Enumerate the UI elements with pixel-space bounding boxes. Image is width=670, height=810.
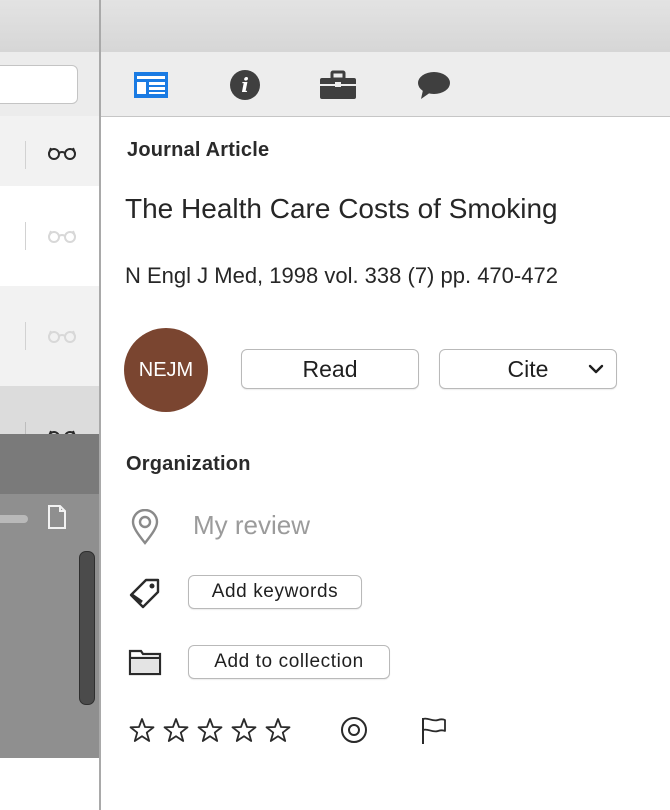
target-icon[interactable]: [340, 716, 368, 744]
folder-icon: [128, 649, 162, 676]
reading-glasses-icon[interactable]: [47, 146, 77, 160]
info-icon: i: [230, 70, 260, 100]
tab-briefcase[interactable]: [318, 68, 358, 102]
item-type-label: Journal Article: [127, 139, 270, 161]
flag-icon[interactable]: [420, 716, 448, 746]
organization-heading: Organization: [126, 453, 251, 475]
read-button-label: Read: [302, 355, 358, 382]
location-field[interactable]: My review: [193, 510, 310, 541]
article-layout-icon: [134, 72, 168, 98]
pdf-preview-toolbar: [0, 434, 99, 494]
chevron-down-icon: [588, 364, 604, 374]
document-icon[interactable]: [47, 505, 67, 529]
add-to-collection-button[interactable]: Add to collection: [188, 645, 390, 679]
item-citation: N Engl J Med, 1998 vol. 338 (7) pp. 470-…: [125, 263, 558, 288]
item-title[interactable]: The Health Care Costs of Smoking: [125, 193, 558, 225]
reading-glasses-icon[interactable]: [47, 229, 77, 243]
inspector-tabs: i: [101, 52, 670, 117]
star-icon[interactable]: [265, 717, 291, 743]
journal-avatar: NEJM: [124, 328, 208, 412]
tab-info[interactable]: i: [225, 68, 265, 102]
pane-divider[interactable]: [99, 0, 101, 810]
tag-icon: [129, 578, 160, 609]
tab-details[interactable]: [131, 68, 171, 102]
add-keywords-button[interactable]: Add keywords: [188, 575, 362, 609]
search-input[interactable]: [0, 65, 78, 104]
star-icon[interactable]: [231, 717, 257, 743]
add-keywords-label: Add keywords: [211, 581, 339, 602]
location-pin-icon: [131, 509, 159, 545]
star-icon[interactable]: [197, 717, 223, 743]
star-icon[interactable]: [163, 717, 189, 743]
list-item[interactable]: [0, 186, 99, 286]
search-bar: [0, 52, 99, 117]
scrollbar[interactable]: [79, 551, 95, 705]
svg-text:i: i: [241, 73, 249, 97]
list-item[interactable]: [0, 286, 99, 386]
reading-glasses-icon[interactable]: [47, 329, 77, 343]
speech-bubble-icon: [418, 72, 450, 99]
item-list-pane: [0, 52, 99, 810]
cite-dropdown[interactable]: Cite: [439, 349, 617, 389]
briefcase-icon: [320, 70, 356, 99]
add-to-collection-label: Add to collection: [214, 651, 364, 672]
tab-comments[interactable]: [414, 68, 454, 102]
star-icon[interactable]: [129, 717, 155, 743]
zoom-slider[interactable]: [0, 515, 28, 523]
cite-dropdown-label: Cite: [507, 355, 549, 382]
list-item[interactable]: [0, 116, 99, 186]
read-button[interactable]: Read: [241, 349, 419, 389]
